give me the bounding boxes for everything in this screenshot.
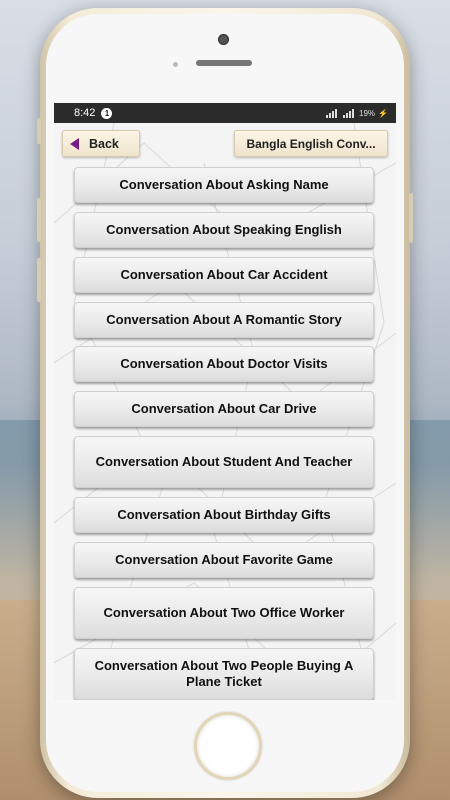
back-button[interactable]: Back: [62, 130, 140, 157]
signal-icon: [326, 108, 338, 118]
proximity-sensor: [173, 62, 178, 67]
top-bar: Back Bangla English Conv...: [54, 123, 396, 157]
front-camera: [218, 34, 229, 45]
earpiece-speaker: [196, 60, 252, 66]
app-title-button[interactable]: Bangla English Conv...: [234, 130, 388, 157]
conversation-item[interactable]: Conversation About Car Accident: [74, 257, 374, 293]
conversation-item[interactable]: Conversation About Car Drive: [74, 391, 374, 427]
conversation-item[interactable]: Conversation About Two People Buying A P…: [74, 648, 374, 700]
home-button[interactable]: [194, 712, 262, 780]
status-icons: 19% ⚡: [325, 108, 388, 118]
notification-badge: 1: [101, 107, 113, 119]
signal-icon-2: [343, 108, 355, 118]
conversation-item[interactable]: Conversation About Favorite Game: [74, 542, 374, 578]
conversation-item[interactable]: Conversation About Birthday Gifts: [74, 497, 374, 533]
app-title: Bangla English Conv...: [246, 136, 376, 151]
conversation-item[interactable]: Conversation About A Romantic Story: [74, 302, 374, 338]
conversation-item[interactable]: Conversation About Speaking English: [74, 212, 374, 248]
app-screen: 8:42 1 19% ⚡ Back Bangla English Conv...…: [54, 103, 396, 700]
phone-mute-switch: [37, 118, 41, 144]
conversation-item[interactable]: Conversation About Two Office Worker: [74, 587, 374, 639]
back-arrow-icon: [70, 137, 79, 150]
charging-icon: ⚡: [378, 108, 388, 118]
phone-power-button: [409, 193, 413, 243]
battery-percent: 19%: [359, 108, 376, 118]
conversation-item[interactable]: Conversation About Doctor Visits: [74, 346, 374, 382]
status-time: 8:42: [74, 107, 96, 119]
conversation-item[interactable]: Conversation About Asking Name: [74, 167, 374, 203]
status-bar: 8:42 1 19% ⚡: [54, 103, 396, 123]
back-button-label: Back: [89, 136, 119, 151]
phone-volume-up: [37, 198, 41, 242]
phone-volume-down: [37, 258, 41, 302]
conversation-item[interactable]: Conversation About Student And Teacher: [74, 436, 374, 488]
